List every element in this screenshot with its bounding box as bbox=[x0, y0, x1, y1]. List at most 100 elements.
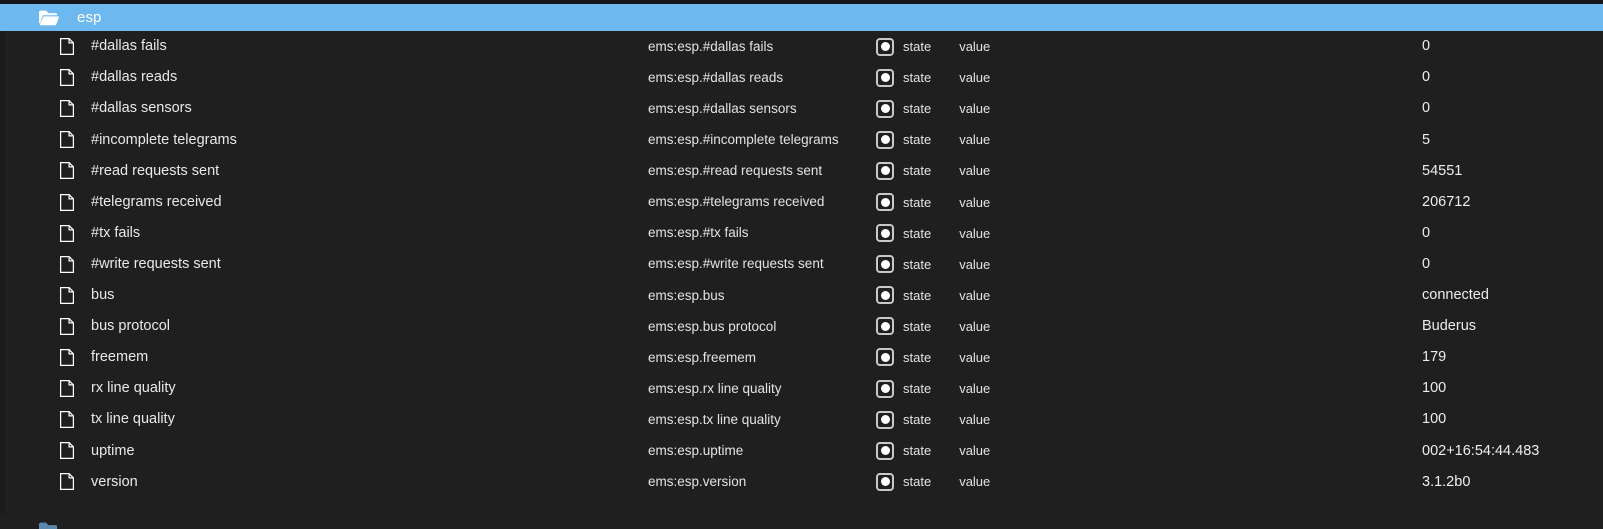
state-dot-icon[interactable] bbox=[876, 130, 894, 149]
folder-row-esp[interactable]: esp bbox=[0, 4, 1603, 31]
file-icon bbox=[59, 255, 75, 273]
table-row[interactable]: rx line quality ems:esp.rx line quality st… bbox=[0, 373, 1603, 404]
row-state-cell[interactable]: state value bbox=[876, 124, 990, 155]
row-name-cell[interactable]: #dallas sensors bbox=[59, 93, 192, 124]
row-value-label: Buderus bbox=[1422, 318, 1477, 335]
row-id-label: ems:esp.#dallas fails bbox=[648, 38, 774, 54]
row-name-cell[interactable]: bus bbox=[59, 280, 114, 311]
row-state-cell[interactable]: state value bbox=[876, 280, 990, 311]
row-state-cell[interactable]: state value bbox=[876, 404, 990, 435]
state-dot-icon[interactable] bbox=[876, 286, 894, 305]
row-name-cell[interactable]: tx line quality bbox=[59, 404, 175, 435]
row-state-cell[interactable]: state value bbox=[876, 249, 990, 280]
row-state-cell[interactable]: state value bbox=[876, 186, 990, 217]
row-value-label: 0 bbox=[1422, 69, 1431, 86]
row-id-label: ems:esp.#write requests sent bbox=[648, 256, 824, 272]
folder-closed-icon bbox=[38, 521, 60, 529]
row-name-cell[interactable]: #read requests sent bbox=[59, 155, 219, 186]
row-state-cell[interactable]: state value bbox=[876, 93, 990, 124]
file-icon bbox=[59, 411, 75, 429]
row-value-cell: 002+16:54:44.483 bbox=[1422, 435, 1539, 466]
row-value-word: value bbox=[959, 132, 991, 148]
row-value-label: 206712 bbox=[1422, 193, 1471, 210]
row-state-cell[interactable]: state value bbox=[876, 342, 990, 373]
row-state-label: state bbox=[903, 132, 932, 148]
table-row[interactable]: #telegrams received ems:esp.#telegrams re… bbox=[0, 186, 1603, 217]
row-value-word: value bbox=[959, 39, 991, 55]
row-name-cell[interactable]: #dallas reads bbox=[59, 62, 177, 93]
row-value-cell: 0 bbox=[1422, 218, 1430, 249]
state-dot-icon[interactable] bbox=[876, 224, 894, 243]
row-name-cell[interactable]: #incomplete telegrams bbox=[59, 124, 237, 155]
row-value-word: value bbox=[959, 412, 991, 428]
row-id-label: ems:esp.tx line quality bbox=[648, 411, 781, 427]
row-name-label: #dallas fails bbox=[91, 38, 167, 55]
row-name-cell[interactable]: #dallas fails bbox=[59, 31, 167, 62]
row-name-cell[interactable]: bus protocol bbox=[59, 311, 170, 342]
table-row[interactable]: #tx fails ems:esp.#tx fails state value 0 bbox=[0, 218, 1603, 249]
file-icon bbox=[59, 131, 75, 149]
row-state-label: state bbox=[903, 318, 932, 334]
table-row[interactable]: bus ems:esp.bus state value connected bbox=[0, 280, 1603, 311]
folder-label: esp bbox=[77, 9, 102, 26]
state-dot-icon[interactable] bbox=[876, 472, 894, 491]
row-name-label: #dallas sensors bbox=[91, 100, 192, 117]
row-value-label: connected bbox=[1422, 287, 1489, 304]
row-id-label: ems:esp.#tx fails bbox=[648, 225, 749, 241]
table-row[interactable]: #dallas fails ems:esp.#dallas fails state v… bbox=[0, 31, 1603, 62]
table-row[interactable]: #dallas sensors ems:esp.#dallas sensors st… bbox=[0, 93, 1603, 124]
row-state-cell[interactable]: state value bbox=[876, 311, 990, 342]
row-value-cell: 3.1.2b0 bbox=[1422, 466, 1470, 497]
row-state-cell[interactable]: state value bbox=[876, 435, 990, 466]
state-dot-icon[interactable] bbox=[876, 255, 894, 274]
row-value-word: value bbox=[959, 70, 991, 86]
row-name-cell[interactable]: freemem bbox=[59, 342, 148, 373]
file-icon bbox=[59, 69, 75, 87]
file-icon bbox=[59, 442, 75, 460]
table-row[interactable]: #dallas reads ems:esp.#dallas reads state v… bbox=[0, 62, 1603, 93]
state-dot-icon[interactable] bbox=[876, 441, 894, 460]
row-name-cell[interactable]: uptime bbox=[59, 435, 135, 466]
table-row[interactable]: #write requests sent ems:esp.#write reque… bbox=[0, 249, 1603, 280]
row-value-word: value bbox=[959, 474, 991, 490]
state-dot-icon[interactable] bbox=[876, 37, 894, 56]
row-id-cell: ems:esp.#incomplete telegrams bbox=[648, 124, 839, 155]
row-name-cell[interactable]: #write requests sent bbox=[59, 249, 221, 280]
row-name-label: uptime bbox=[91, 442, 135, 459]
table-row[interactable]: #incomplete telegrams ems:esp.#incomplete… bbox=[0, 124, 1603, 155]
state-dot-icon[interactable] bbox=[876, 193, 894, 212]
row-value-word: value bbox=[959, 381, 991, 397]
row-value-label: 0 bbox=[1422, 38, 1431, 55]
table-row[interactable]: bus protocol ems:esp.bus protocol state val… bbox=[0, 311, 1603, 342]
state-dot-icon[interactable] bbox=[876, 317, 894, 336]
table-row[interactable]: uptime ems:esp.uptime state value 002+16:54:… bbox=[0, 435, 1603, 466]
file-icon bbox=[59, 348, 75, 367]
table-row[interactable]: version ems:esp.version state value 3.1.2b0 bbox=[0, 466, 1603, 497]
row-state-cell[interactable]: state value bbox=[876, 155, 990, 186]
table-row[interactable]: freemem ems:esp.freemem state value 179 bbox=[0, 342, 1603, 373]
row-value-cell: 100 bbox=[1422, 373, 1446, 404]
row-name-cell[interactable]: #telegrams received bbox=[59, 186, 222, 217]
table-row[interactable]: tx line quality ems:esp.tx line quality st… bbox=[0, 404, 1603, 435]
state-dot-icon[interactable] bbox=[876, 379, 894, 398]
row-state-cell[interactable]: state value bbox=[876, 466, 990, 497]
row-state-cell[interactable]: state value bbox=[876, 31, 990, 62]
state-dot-icon[interactable] bbox=[876, 99, 894, 118]
state-dot-icon[interactable] bbox=[876, 410, 894, 429]
row-id-cell: ems:esp.#write requests sent bbox=[648, 249, 824, 280]
state-dot-icon[interactable] bbox=[876, 161, 894, 180]
row-name-cell[interactable]: rx line quality bbox=[59, 373, 176, 404]
row-name-cell[interactable]: version bbox=[59, 466, 138, 497]
table-row[interactable]: #read requests sent ems:esp.#read request… bbox=[0, 155, 1603, 186]
row-id-label: ems:esp.rx line quality bbox=[648, 380, 782, 396]
row-name-cell[interactable]: #tx fails bbox=[59, 218, 140, 249]
state-dot-icon[interactable] bbox=[876, 68, 894, 87]
row-value-label: 100 bbox=[1422, 380, 1447, 397]
state-dot-icon[interactable] bbox=[876, 348, 894, 367]
partial-folder-row[interactable] bbox=[0, 514, 1603, 529]
row-state-cell[interactable]: state value bbox=[876, 373, 990, 404]
row-id-cell: ems:esp.tx line quality bbox=[648, 404, 781, 435]
row-state-cell[interactable]: state value bbox=[876, 62, 990, 93]
row-state-cell[interactable]: state value bbox=[876, 218, 990, 249]
row-state-label: state bbox=[903, 287, 932, 303]
